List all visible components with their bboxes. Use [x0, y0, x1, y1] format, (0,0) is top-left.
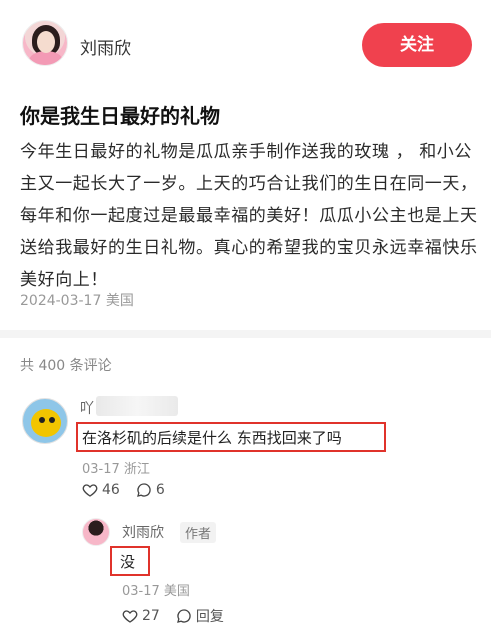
- comment-icon: [176, 609, 191, 623]
- section-divider: [0, 330, 491, 338]
- reply-button[interactable]: 回复: [176, 606, 224, 626]
- reply-like-count: 27: [142, 608, 160, 624]
- reply-location: 美国: [163, 584, 190, 599]
- like-count: 46: [102, 482, 120, 498]
- comment-location: 浙江: [123, 462, 150, 477]
- author-badge: 作者: [180, 522, 217, 543]
- follow-button[interactable]: 关注: [362, 23, 472, 67]
- reply-count-button[interactable]: 6: [136, 482, 165, 498]
- comment-date: 03-17: [82, 462, 120, 477]
- post-date: 2024-03-17: [20, 293, 102, 309]
- comment-text: 在洛杉矶的后续是什么 东西找回来了吗: [82, 429, 342, 447]
- author-name[interactable]: 刘雨欣: [80, 34, 131, 59]
- reply-author-name[interactable]: 刘雨欣: [122, 522, 164, 542]
- post-title: 你是我生日最好的礼物: [20, 104, 220, 128]
- comment-count: 共 400 条评论: [20, 358, 112, 374]
- reply-author-avatar[interactable]: [82, 518, 110, 546]
- reply-meta: 03-17 美国: [122, 580, 190, 599]
- like-button[interactable]: 46: [82, 482, 120, 498]
- reply-like-button[interactable]: 27: [122, 608, 160, 624]
- comment-icon: [136, 483, 151, 497]
- commenter-name[interactable]: 吖: [80, 398, 94, 418]
- reply-date: 03-17: [122, 584, 160, 599]
- reply-actions: 27 回复: [122, 606, 240, 626]
- heart-icon: [82, 484, 98, 497]
- post-meta: 2024-03-17 美国: [20, 290, 134, 310]
- post-body: 今年生日最好的礼物是瓜瓜亲手制作送我的玫瑰 ， 和小公主又一起长大了一岁。上天的…: [20, 142, 478, 290]
- comment-actions: 46 6: [82, 482, 181, 498]
- author-avatar[interactable]: [22, 20, 68, 66]
- reply-text: 没: [120, 553, 136, 571]
- post-location: 美国: [105, 293, 134, 309]
- commenter-avatar[interactable]: [22, 398, 68, 444]
- post-header: 刘雨欣 关注: [0, 0, 491, 92]
- reply-count: 6: [155, 482, 165, 498]
- comment-meta: 03-17 浙江: [82, 458, 150, 477]
- commenter-name-redacted: [96, 396, 178, 416]
- reply-label: 回复: [195, 609, 224, 625]
- heart-icon: [122, 610, 138, 623]
